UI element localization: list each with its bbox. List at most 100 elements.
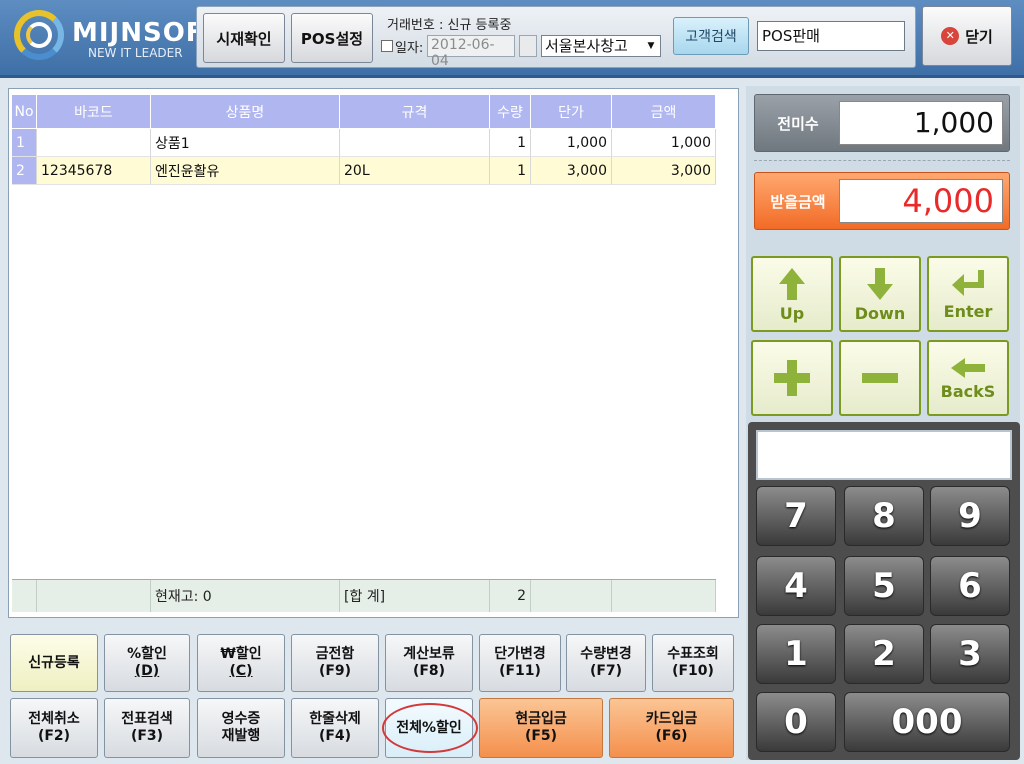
row-qty: 1	[490, 129, 531, 157]
date-label: 일자:	[395, 41, 424, 56]
footer-barcode	[37, 580, 151, 612]
won-discount-label: ₩할인	[220, 646, 262, 662]
numeric-keypad: 7 8 9 4 5 6 1 2 3 0 000	[748, 422, 1020, 760]
plus-button[interactable]	[751, 340, 833, 416]
key-5[interactable]: 5	[844, 556, 924, 616]
down-label: Down	[854, 303, 906, 323]
warehouse-value: 서울본사창고	[545, 37, 628, 55]
chevron-down-icon: ▼	[647, 41, 655, 51]
cancel-all-shortcut: (F2)	[37, 728, 71, 744]
down-button[interactable]: Down	[839, 256, 921, 332]
row-amount: 1,000	[612, 129, 716, 157]
row-amount: 3,000	[612, 157, 716, 185]
key-7[interactable]: 7	[756, 486, 836, 546]
keypad-display[interactable]	[756, 430, 1012, 480]
footer-total-qty: 2	[490, 580, 531, 612]
amount-due-box: 받을금액 4,000	[754, 172, 1010, 230]
cancel-all-label: 전체취소	[28, 711, 80, 727]
row-name: 상품1	[151, 129, 340, 157]
logo: MIJNSOFT NEW IT LEADER	[10, 6, 222, 68]
footer-price	[531, 580, 612, 612]
reprint-receipt-label: 영수증	[221, 711, 261, 727]
cash-payment-button[interactable]: 현금입금 (F5)	[479, 698, 603, 758]
cash-payment-shortcut: (F5)	[524, 728, 558, 744]
row-qty: 1	[490, 157, 531, 185]
key-9[interactable]: 9	[930, 486, 1010, 546]
cash-drawer-label: 금전함	[315, 646, 355, 662]
backspace-label: BackS	[940, 381, 996, 401]
card-payment-button[interactable]: 카드입금 (F6)	[609, 698, 734, 758]
row-price: 1,000	[531, 129, 612, 157]
row-spec	[340, 129, 490, 157]
col-name: 상품명	[151, 95, 340, 128]
row-no: 1	[12, 129, 37, 157]
col-qty: 수량	[490, 95, 531, 128]
up-button[interactable]: Up	[751, 256, 833, 332]
top-toolbar: 시재확인 POS설정 거래번호 : 신규 등록중 일자: 2012-06-04 …	[196, 6, 916, 69]
divider	[754, 160, 1010, 161]
previous-unpaid-box: 전미수 1,000	[754, 94, 1010, 152]
plus-icon	[774, 360, 810, 396]
key-8[interactable]: 8	[844, 486, 924, 546]
logo-tagline: NEW IT LEADER	[88, 46, 183, 60]
check-inquiry-button[interactable]: 수표조회 (F10)	[652, 634, 734, 692]
date-picker-button[interactable]	[519, 35, 537, 57]
won-discount-button[interactable]: ₩할인 (C)	[197, 634, 285, 692]
key-2[interactable]: 2	[844, 624, 924, 684]
reprint-receipt-button[interactable]: 영수증 재발행	[197, 698, 285, 758]
key-4[interactable]: 4	[756, 556, 836, 616]
backspace-button[interactable]: BackS	[927, 340, 1009, 416]
table-row[interactable]: 2 12345678 엔진윤활유 20L 1 3,000 3,000	[12, 157, 716, 185]
slip-search-button[interactable]: 전표검색 (F3)	[104, 698, 190, 758]
change-price-button[interactable]: 단가변경 (F11)	[479, 634, 561, 692]
date-input[interactable]: 2012-06-04	[427, 35, 515, 69]
change-qty-button[interactable]: 수량변경 (F7)	[566, 634, 646, 692]
col-amount: 금액	[612, 95, 716, 128]
red-circle-annotation	[382, 703, 478, 753]
key-3[interactable]: 3	[930, 624, 1010, 684]
sales-grid: No 바코드 상품명 규격 수량 단가 금액 1 상품1 1 1,000 1,0…	[8, 88, 739, 618]
row-no: 2	[12, 157, 37, 185]
row-spec: 20L	[340, 157, 490, 185]
customer-search-button[interactable]: 고객검색	[673, 17, 749, 55]
table-row[interactable]: 1 상품1 1 1,000 1,000	[12, 129, 716, 157]
pos-settings-button[interactable]: POS설정	[291, 13, 373, 63]
key-6[interactable]: 6	[930, 556, 1010, 616]
close-label: 닫기	[965, 27, 993, 46]
hold-bill-shortcut: (F8)	[412, 663, 446, 679]
key-000[interactable]: 000	[844, 692, 1010, 752]
cash-drawer-button[interactable]: 금전함 (F9)	[291, 634, 379, 692]
footer-amount	[612, 580, 716, 612]
minus-button[interactable]	[839, 340, 921, 416]
arrow-up-icon	[779, 267, 805, 300]
enter-button[interactable]: Enter	[927, 256, 1009, 332]
grid-footer: 현재고: 0 [합 계] 2	[12, 579, 716, 612]
cash-check-button[interactable]: 시재확인	[203, 13, 285, 63]
cancel-all-button[interactable]: 전체취소 (F2)	[10, 698, 98, 758]
key-1[interactable]: 1	[756, 624, 836, 684]
close-button[interactable]: ✕ 닫기	[922, 6, 1012, 66]
close-icon: ✕	[941, 27, 960, 45]
row-price: 3,000	[531, 157, 612, 185]
won-discount-shortcut: (C)	[229, 663, 253, 679]
delete-line-button[interactable]: 한줄삭제 (F4)	[291, 698, 379, 758]
pos-mode-field[interactable]: POS판매	[757, 21, 905, 51]
cash-drawer-shortcut: (F9)	[318, 663, 352, 679]
enter-label: Enter	[943, 301, 993, 321]
app-header: MIJNSOFT NEW IT LEADER 시재확인 POS설정 거래번호 :…	[0, 0, 1024, 78]
arrow-down-icon	[867, 267, 893, 300]
delete-line-shortcut: (F4)	[318, 728, 352, 744]
new-entry-button[interactable]: 신규등록	[10, 634, 98, 692]
percent-discount-button[interactable]: %할인 (D)	[104, 634, 190, 692]
key-0[interactable]: 0	[756, 692, 836, 752]
amount-due-value: 4,000	[839, 179, 1003, 223]
card-payment-label: 카드입금	[645, 711, 698, 727]
change-qty-label: 수량변경	[580, 646, 632, 662]
slip-search-shortcut: (F3)	[130, 728, 164, 744]
row-name: 엔진윤활유	[151, 157, 340, 185]
percent-discount-shortcut: (D)	[134, 663, 160, 679]
warehouse-select[interactable]: 서울본사창고 ▼	[541, 35, 661, 57]
slip-search-label: 전표검색	[121, 711, 173, 727]
date-checkbox[interactable]	[381, 40, 393, 52]
hold-bill-button[interactable]: 계산보류 (F8)	[385, 634, 473, 692]
